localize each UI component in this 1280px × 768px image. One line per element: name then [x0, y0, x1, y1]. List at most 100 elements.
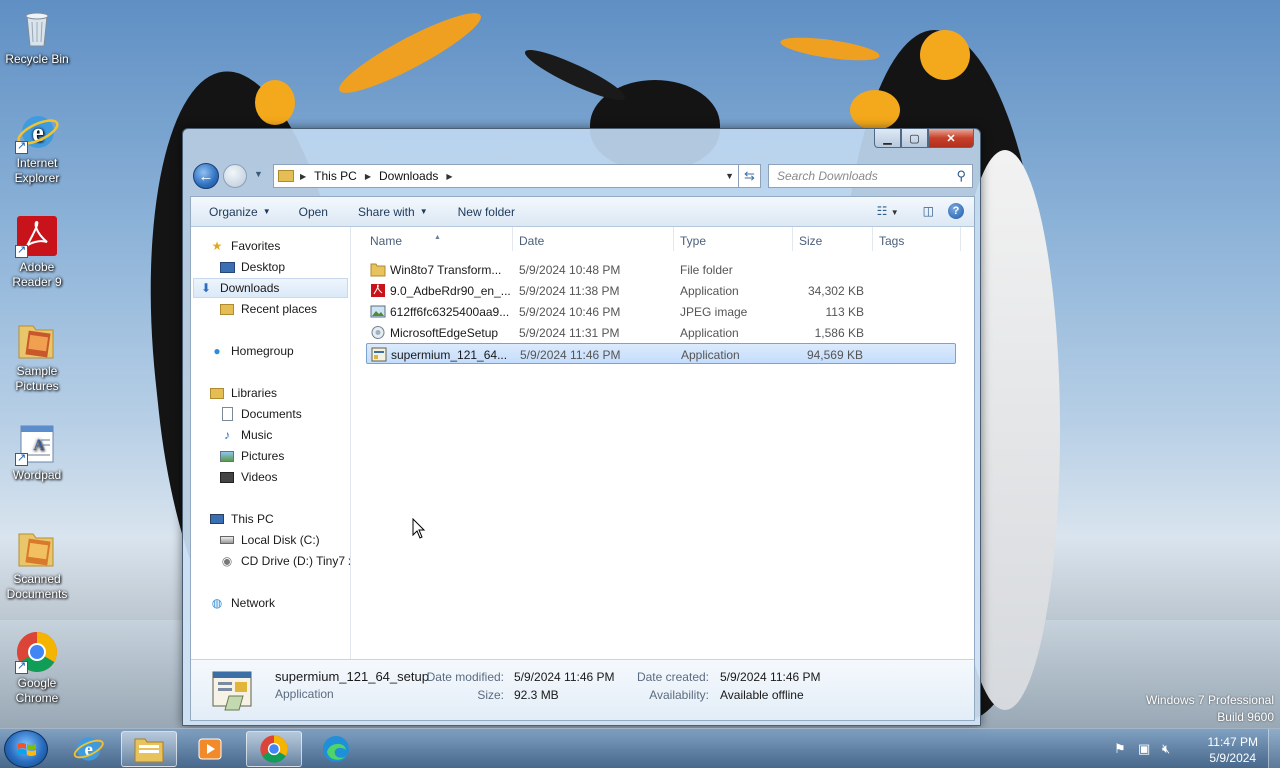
shortcut-arrow-icon	[15, 451, 28, 466]
column-divider[interactable]	[960, 227, 961, 251]
wordpad-icon: A	[15, 422, 59, 466]
forward-button[interactable]	[223, 164, 247, 188]
details-date-modified-label: Date modified:	[426, 670, 504, 684]
column-divider[interactable]	[792, 227, 793, 251]
folder-icon	[278, 170, 294, 182]
change-view-icon[interactable]: ☷ ▼	[877, 204, 899, 218]
desktop-icon-internet-explorer[interactable]: e Internet Explorer	[2, 110, 72, 186]
nav-documents[interactable]: Documents	[219, 404, 302, 424]
new-folder-button[interactable]: New folder	[458, 205, 515, 219]
details-date-modified: 5/9/2024 11:46 PM	[514, 670, 615, 684]
folder-icon	[15, 526, 59, 570]
back-button[interactable]: ←	[193, 163, 219, 189]
breadcrumb-separator-icon[interactable]: ▶	[446, 172, 452, 181]
desktop-icon-wordpad[interactable]: A Wordpad	[2, 422, 72, 483]
nav-label: Local Disk (C:)	[241, 533, 320, 547]
taskbar-internet-explorer[interactable]: e	[60, 731, 116, 767]
nav-homegroup[interactable]: ● Homegroup	[209, 341, 293, 361]
explorer-window[interactable]: ▁ ▢ ✕ ← ▼ ▶ This PC ▶ Downloads ▶ ▼ ⇆ Se…	[182, 128, 981, 726]
clock[interactable]: 11:47 PM 5/9/2024	[1208, 734, 1258, 766]
breadcrumb-separator-icon[interactable]: ▶	[365, 172, 371, 181]
column-header-date[interactable]: Date	[519, 234, 544, 248]
desktop-icon-adobe-reader[interactable]: Adobe Reader 9	[2, 214, 72, 290]
help-icon[interactable]: ?	[948, 203, 964, 219]
breadcrumb-separator-icon[interactable]: ▶	[300, 172, 306, 181]
taskbar-media-player[interactable]	[182, 731, 238, 767]
nav-libraries[interactable]: Libraries	[209, 383, 277, 403]
refresh-button[interactable]: ⇆	[739, 164, 761, 188]
file-name: 9.0_AdbeRdr90_en_...	[390, 284, 511, 298]
shortcut-arrow-icon	[15, 139, 28, 154]
column-divider[interactable]	[872, 227, 873, 251]
nav-label: CD Drive (D:) Tiny7 x	[241, 554, 351, 568]
navigation-pane: ★ Favorites Desktop ⬇ Downloads Recent pla…	[191, 227, 351, 661]
nav-videos[interactable]: Videos	[219, 467, 277, 487]
file-row[interactable]: 612ff6fc6325400aa9... 5/9/2024 10:46 PM …	[366, 301, 956, 322]
nav-local-disk[interactable]: Local Disk (C:)	[219, 530, 320, 550]
nav-label: This PC	[231, 512, 274, 526]
action-center-flag-icon[interactable]: ⚑	[1114, 741, 1126, 757]
watermark-edition: Windows 7 Professional	[1145, 693, 1274, 707]
file-row-selected[interactable]: supermium_121_64... 5/9/2024 11:46 PM Ap…	[366, 343, 956, 364]
address-bar[interactable]: ▶ This PC ▶ Downloads ▶ ▼	[273, 164, 739, 188]
preview-pane-icon[interactable]: ◫	[923, 204, 934, 218]
start-button[interactable]	[4, 730, 48, 768]
desktop-icon-sample-pictures[interactable]: Sample Pictures	[2, 318, 72, 394]
organize-button[interactable]: Organize ▼	[209, 205, 271, 219]
recent-pages-dropdown[interactable]: ▼	[254, 169, 263, 179]
file-row[interactable]: MicrosoftEdgeSetup 5/9/2024 11:31 PM App…	[366, 322, 956, 343]
command-bar: Organize ▼ Open Share with ▼ New folder ☷ …	[191, 197, 974, 227]
column-header-type[interactable]: Type	[680, 234, 706, 248]
search-icon[interactable]: ⚲	[956, 168, 966, 184]
taskbar-google-chrome[interactable]	[246, 731, 302, 767]
file-type: Application	[680, 284, 739, 298]
desktop-icon-label: Wordpad	[12, 468, 62, 482]
close-button[interactable]: ✕	[928, 129, 974, 148]
nav-desktop[interactable]: Desktop	[219, 257, 285, 277]
search-input[interactable]: Search Downloads ⚲	[768, 164, 973, 188]
folder-icon	[15, 318, 59, 362]
new-folder-label: New folder	[457, 204, 515, 219]
nav-pictures[interactable]: Pictures	[219, 446, 284, 466]
show-desktop-button[interactable]	[1268, 729, 1280, 768]
volume-muted-icon[interactable]: 🔇︎	[1162, 741, 1170, 757]
nav-cd-drive[interactable]: ◉ CD Drive (D:) Tiny7 x	[219, 551, 351, 571]
system-tray: ⚑ ▣ 🔇︎ 11:47 PM 5/9/2024	[1110, 729, 1280, 768]
column-header-size[interactable]: Size	[799, 234, 822, 248]
nav-downloads[interactable]: ⬇ Downloads	[193, 278, 348, 298]
taskbar-microsoft-edge[interactable]	[308, 731, 364, 767]
minimize-button[interactable]: ▁	[874, 129, 901, 148]
file-list[interactable]: ▲ Name Date Type Size Tags Win8to7 Trans…	[352, 227, 974, 661]
column-divider[interactable]	[673, 227, 674, 251]
file-row[interactable]: 9.0_AdbeRdr90_en_... 5/9/2024 11:38 PM A…	[366, 280, 956, 301]
nav-network[interactable]: ◍ Network	[209, 593, 275, 613]
desktop-icon-recycle-bin[interactable]: Recycle Bin	[2, 6, 72, 67]
nav-recent-places[interactable]: Recent places	[219, 299, 317, 319]
media-player-icon	[198, 738, 222, 760]
column-header-name[interactable]: Name	[370, 234, 402, 248]
file-row[interactable]: Win8to7 Transform... 5/9/2024 10:48 PM F…	[366, 259, 956, 280]
nav-this-pc[interactable]: This PC	[209, 509, 274, 529]
open-button[interactable]: Open	[299, 205, 328, 219]
file-size: 34,302 KB	[807, 284, 864, 298]
breadcrumb-downloads[interactable]: Downloads	[379, 169, 438, 183]
nav-favorites[interactable]: ★ Favorites	[209, 236, 281, 256]
nav-label: Network	[231, 596, 276, 610]
column-divider[interactable]	[512, 227, 513, 251]
taskbar-file-explorer[interactable]	[121, 731, 177, 767]
nav-label: Music	[241, 428, 273, 442]
breadcrumb-this-pc[interactable]: This PC	[314, 169, 357, 183]
maximize-button[interactable]: ▢	[901, 129, 928, 148]
nav-music[interactable]: ♪ Music	[219, 425, 272, 445]
shortcut-arrow-icon	[15, 243, 28, 258]
desktop-icon-label: Google Chrome	[15, 676, 59, 705]
file-date: 5/9/2024 10:46 PM	[519, 305, 621, 319]
caption-buttons: ▁ ▢ ✕	[874, 129, 974, 148]
clock-date: 5/9/2024	[1209, 751, 1257, 765]
column-header-tags[interactable]: Tags	[879, 234, 904, 248]
desktop-icon-google-chrome[interactable]: Google Chrome	[2, 630, 72, 706]
desktop-icon-scanned-documents[interactable]: Scanned Documents	[2, 526, 72, 602]
address-dropdown-icon[interactable]: ▼	[725, 171, 734, 181]
share-with-button[interactable]: Share with ▼	[358, 205, 428, 219]
network-icon[interactable]: ▣	[1138, 741, 1150, 757]
